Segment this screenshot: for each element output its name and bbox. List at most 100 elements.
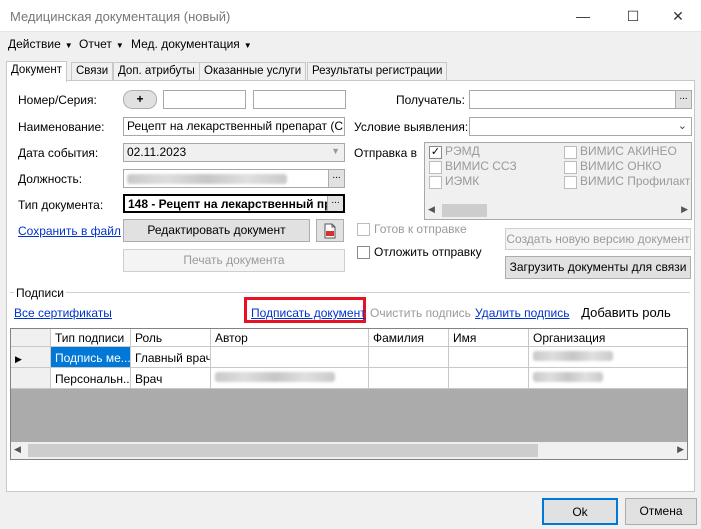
table-cell-surname[interactable] bbox=[369, 368, 449, 389]
grid-scrollbar[interactable]: ◀ ▶ bbox=[11, 442, 687, 459]
scrollbar-thumb[interactable] bbox=[28, 444, 538, 457]
position-label: Должность: bbox=[18, 172, 83, 186]
minimize-icon[interactable]: — bbox=[560, 0, 606, 32]
table-cell-type[interactable]: Персональн... bbox=[51, 368, 131, 389]
column-header-organization[interactable]: Организация bbox=[529, 329, 687, 347]
date-input[interactable]: 02.11.2023 ▼ bbox=[123, 143, 345, 162]
scroll-left-icon[interactable]: ◀ bbox=[14, 444, 21, 455]
vimis-prof-checkbox[interactable] bbox=[564, 176, 577, 189]
scroll-right-icon[interactable]: ▶ bbox=[677, 444, 684, 455]
table-cell-author[interactable] bbox=[211, 347, 369, 368]
dropdown-arrow-icon: ▼ bbox=[331, 146, 340, 156]
table-cell-firstname[interactable] bbox=[449, 347, 529, 368]
series-input[interactable] bbox=[253, 90, 346, 109]
signatures-grid: Тип подписи Роль Автор Фамилия Имя Орган… bbox=[10, 328, 688, 460]
table-cell-organization[interactable] bbox=[529, 347, 687, 368]
scrollbar-thumb[interactable] bbox=[442, 204, 487, 217]
recipient-label: Получатель: bbox=[396, 93, 465, 107]
vimis-prof-label: ВИМИС Профилактик bbox=[580, 174, 690, 188]
send-targets-list: ✓ РЭМД ВИМИС ССЗ ИЭМК ВИМИС АКИНЕО ВИМИС… bbox=[424, 142, 692, 220]
scroll-left-icon[interactable]: ◀ bbox=[428, 204, 435, 215]
doctype-browse-button[interactable]: ... bbox=[327, 196, 343, 211]
maximize-icon[interactable]: ☐ bbox=[610, 0, 656, 32]
row-header-current[interactable]: ▶ bbox=[11, 347, 51, 368]
cancel-button[interactable]: Отмена bbox=[625, 498, 697, 525]
recipient-input[interactable]: ... bbox=[469, 90, 692, 109]
ready-to-send-label: Готов к отправке bbox=[374, 222, 467, 236]
print-document-button[interactable]: Печать документа bbox=[123, 249, 345, 272]
grid-corner bbox=[11, 329, 51, 347]
tab-registration-results[interactable]: Результаты регистрации bbox=[307, 62, 448, 81]
upload-documents-button[interactable]: Загрузить документы для связи bbox=[505, 256, 691, 279]
redacted-text bbox=[215, 372, 335, 382]
table-cell-firstname[interactable] bbox=[449, 368, 529, 389]
table-cell-author[interactable] bbox=[211, 368, 369, 389]
send-to-label: Отправка в bbox=[354, 146, 417, 160]
remd-checkbox[interactable]: ✓ bbox=[429, 146, 442, 159]
column-header-role[interactable]: Роль bbox=[131, 329, 211, 347]
current-row-arrow-icon: ▶ bbox=[15, 354, 22, 364]
table-cell-role[interactable]: Врач bbox=[131, 368, 211, 389]
save-to-file-link[interactable]: Сохранить в файл bbox=[18, 224, 121, 238]
condition-select[interactable]: ⌄ bbox=[469, 117, 692, 136]
tab-links[interactable]: Связи bbox=[71, 62, 114, 81]
close-icon[interactable]: ✕ bbox=[655, 0, 701, 32]
date-value: 02.11.2023 bbox=[127, 145, 187, 159]
sign-document-link[interactable]: Подписать документ bbox=[251, 306, 366, 320]
recipient-browse-button[interactable]: ... bbox=[675, 91, 691, 108]
column-header-author[interactable]: Автор bbox=[211, 329, 369, 347]
postpone-send-checkbox[interactable] bbox=[357, 246, 370, 259]
add-number-button[interactable]: + bbox=[123, 90, 157, 109]
signatures-group-label: Подписи bbox=[14, 286, 66, 300]
menu-report[interactable]: Отчет ▼ bbox=[79, 37, 124, 51]
ok-button[interactable]: Ok bbox=[542, 498, 618, 525]
vimis-akineo-checkbox[interactable] bbox=[564, 146, 577, 159]
remd-label: РЭМД bbox=[445, 144, 480, 158]
dropdown-arrow-icon: ▼ bbox=[64, 41, 73, 50]
doctype-input[interactable]: 148 - Рецепт на лекарственный пр ... bbox=[123, 194, 345, 213]
edit-document-button[interactable]: Редактировать документ bbox=[123, 219, 310, 242]
menu-bar: Действие ▼ Отчет ▼ Мед. документация ▼ bbox=[0, 33, 701, 55]
iemk-label: ИЭМК bbox=[445, 174, 480, 188]
doctype-label: Тип документа: bbox=[18, 198, 104, 212]
menu-action[interactable]: Действие ▼ bbox=[8, 37, 73, 51]
vimis-akineo-label: ВИМИС АКИНЕО bbox=[580, 144, 677, 158]
name-input[interactable]: Рецепт на лекарственный препарат (CDA) bbox=[123, 117, 345, 136]
table-cell-surname[interactable] bbox=[369, 347, 449, 368]
date-label: Дата события: bbox=[18, 146, 99, 160]
add-role-button[interactable]: Добавить роль bbox=[571, 300, 681, 326]
menu-med-docs[interactable]: Мед. документация ▼ bbox=[131, 37, 252, 51]
redacted-text bbox=[533, 372, 603, 382]
pdf-file-icon bbox=[324, 223, 336, 239]
position-input[interactable]: ... bbox=[123, 169, 345, 188]
window-title: Медицинская документация (новый) bbox=[10, 9, 231, 24]
number-input[interactable] bbox=[163, 90, 246, 109]
delete-signature-link[interactable]: Удалить подпись bbox=[475, 306, 570, 320]
table-cell-organization[interactable] bbox=[529, 368, 687, 389]
send-list-scrollbar[interactable]: ◀ ▶ bbox=[425, 202, 691, 219]
iemk-checkbox[interactable] bbox=[429, 176, 442, 189]
tab-extra-attributes[interactable]: Доп. атрибуты bbox=[113, 62, 200, 81]
scroll-right-icon[interactable]: ▶ bbox=[681, 204, 688, 215]
all-certificates-link[interactable]: Все сертификаты bbox=[14, 306, 112, 320]
table-cell-role[interactable]: Главный врач bbox=[131, 347, 211, 368]
title-bar: Медицинская документация (новый) — ☐ ✕ bbox=[0, 0, 701, 32]
menu-label: Мед. документация bbox=[131, 37, 240, 51]
clear-signature-link[interactable]: Очистить подпись bbox=[370, 306, 471, 320]
tab-services[interactable]: Оказанные услуги bbox=[199, 62, 307, 81]
row-header[interactable] bbox=[11, 368, 51, 389]
tab-document[interactable]: Документ bbox=[6, 61, 68, 82]
column-header-type[interactable]: Тип подписи bbox=[51, 329, 131, 347]
column-header-firstname[interactable]: Имя bbox=[449, 329, 529, 347]
column-header-surname[interactable]: Фамилия bbox=[369, 329, 449, 347]
position-browse-button[interactable]: ... bbox=[328, 170, 344, 187]
name-label: Наименование: bbox=[18, 120, 105, 134]
vimis-onko-label: ВИМИС ОНКО bbox=[580, 159, 662, 173]
ready-to-send-checkbox[interactable] bbox=[357, 223, 370, 236]
pdf-export-button[interactable] bbox=[316, 219, 344, 242]
postpone-send-label: Отложить отправку bbox=[374, 245, 482, 259]
vimis-onko-checkbox[interactable] bbox=[564, 161, 577, 174]
vimis-ssz-checkbox[interactable] bbox=[429, 161, 442, 174]
table-cell-type[interactable]: Подпись ме... bbox=[51, 347, 131, 368]
create-new-version-button[interactable]: Создать новую версию документ bbox=[505, 228, 691, 250]
